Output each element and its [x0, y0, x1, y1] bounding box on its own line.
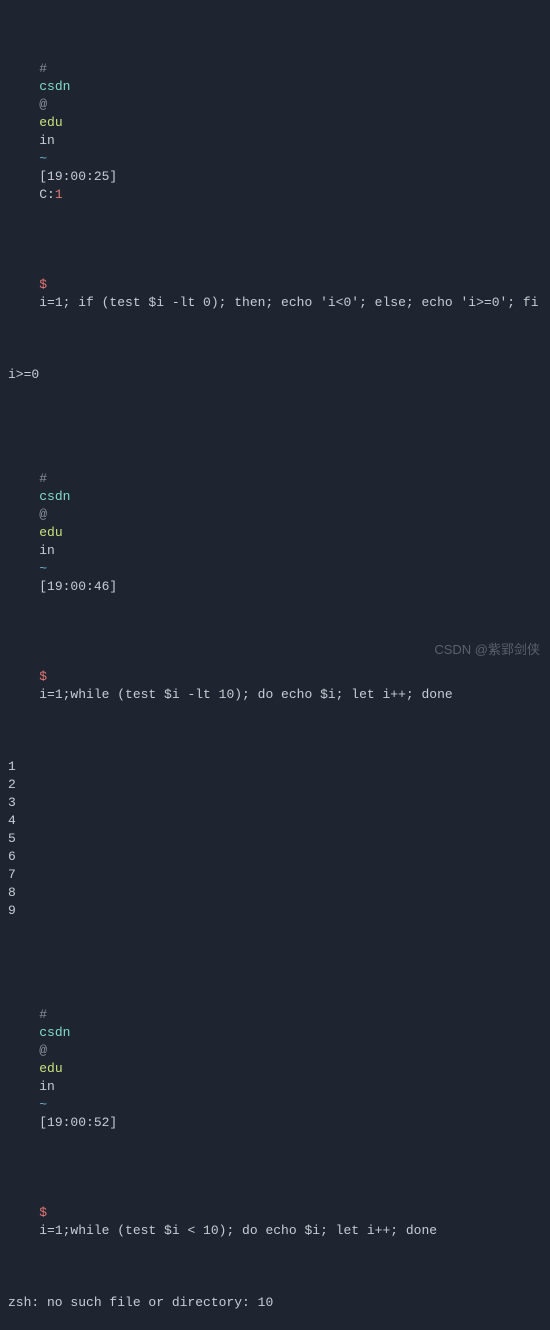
prompt-user: csdn: [39, 1025, 70, 1040]
prompt-path: ~: [39, 1097, 47, 1112]
prompt-user: csdn: [39, 79, 70, 94]
prompt-line: # csdn @ edu in ~ [19:00:46]: [8, 452, 542, 614]
prompt-at: @: [39, 1043, 47, 1058]
watermark-text: CSDN @紫郢剑侠: [434, 641, 540, 659]
prompt-host: edu: [39, 525, 62, 540]
output-text: zsh: no such file or directory: 10: [8, 1294, 542, 1312]
prompt-hash: #: [39, 61, 47, 76]
command-text: i=1; if (test $i -lt 0); then; echo 'i<0…: [39, 295, 538, 310]
prompt-errcode: 1: [55, 187, 63, 202]
output-text: i>=0: [8, 366, 542, 384]
prompt-user: csdn: [39, 489, 70, 504]
prompt-in: in: [39, 1079, 55, 1094]
prompt-time: [19:00:52]: [39, 1115, 117, 1130]
terminal-block: # csdn @ edu in ~ [19:00:25] C:1 $ i=1; …: [8, 6, 542, 402]
prompt-path: ~: [39, 151, 47, 166]
prompt-at: @: [39, 97, 47, 112]
command-line[interactable]: $ i=1;while (test $i -lt 10); do echo $i…: [8, 650, 542, 722]
prompt-in: in: [39, 543, 55, 558]
prompt-time: [19:00:25]: [39, 169, 117, 184]
prompt-dollar: $: [39, 1205, 47, 1220]
output-text: 1 2 3 4 5 6 7 8 9: [8, 758, 542, 920]
prompt-host: edu: [39, 1061, 62, 1076]
terminal-block: # csdn @ edu in ~ [19:00:52] $ i=1;while…: [8, 952, 542, 1330]
prompt-errlabel: C:: [39, 187, 55, 202]
prompt-hash: #: [39, 1007, 47, 1022]
prompt-at: @: [39, 507, 47, 522]
prompt-dollar: $: [39, 669, 47, 684]
prompt-line: # csdn @ edu in ~ [19:00:25] C:1: [8, 42, 542, 222]
prompt-dollar: $: [39, 277, 47, 292]
prompt-line: # csdn @ edu in ~ [19:00:52]: [8, 988, 542, 1150]
prompt-time: [19:00:46]: [39, 579, 117, 594]
prompt-in: in: [39, 133, 55, 148]
command-line[interactable]: $ i=1;while (test $i < 10); do echo $i; …: [8, 1186, 542, 1258]
prompt-path: ~: [39, 561, 47, 576]
command-text: i=1;while (test $i < 10); do echo $i; le…: [39, 1223, 437, 1238]
prompt-host: edu: [39, 115, 62, 130]
terminal-block: # csdn @ edu in ~ [19:00:46] $ i=1;while…: [8, 416, 542, 938]
prompt-hash: #: [39, 471, 47, 486]
command-text: i=1;while (test $i -lt 10); do echo $i; …: [39, 687, 452, 702]
command-line[interactable]: $ i=1; if (test $i -lt 0); then; echo 'i…: [8, 258, 542, 330]
